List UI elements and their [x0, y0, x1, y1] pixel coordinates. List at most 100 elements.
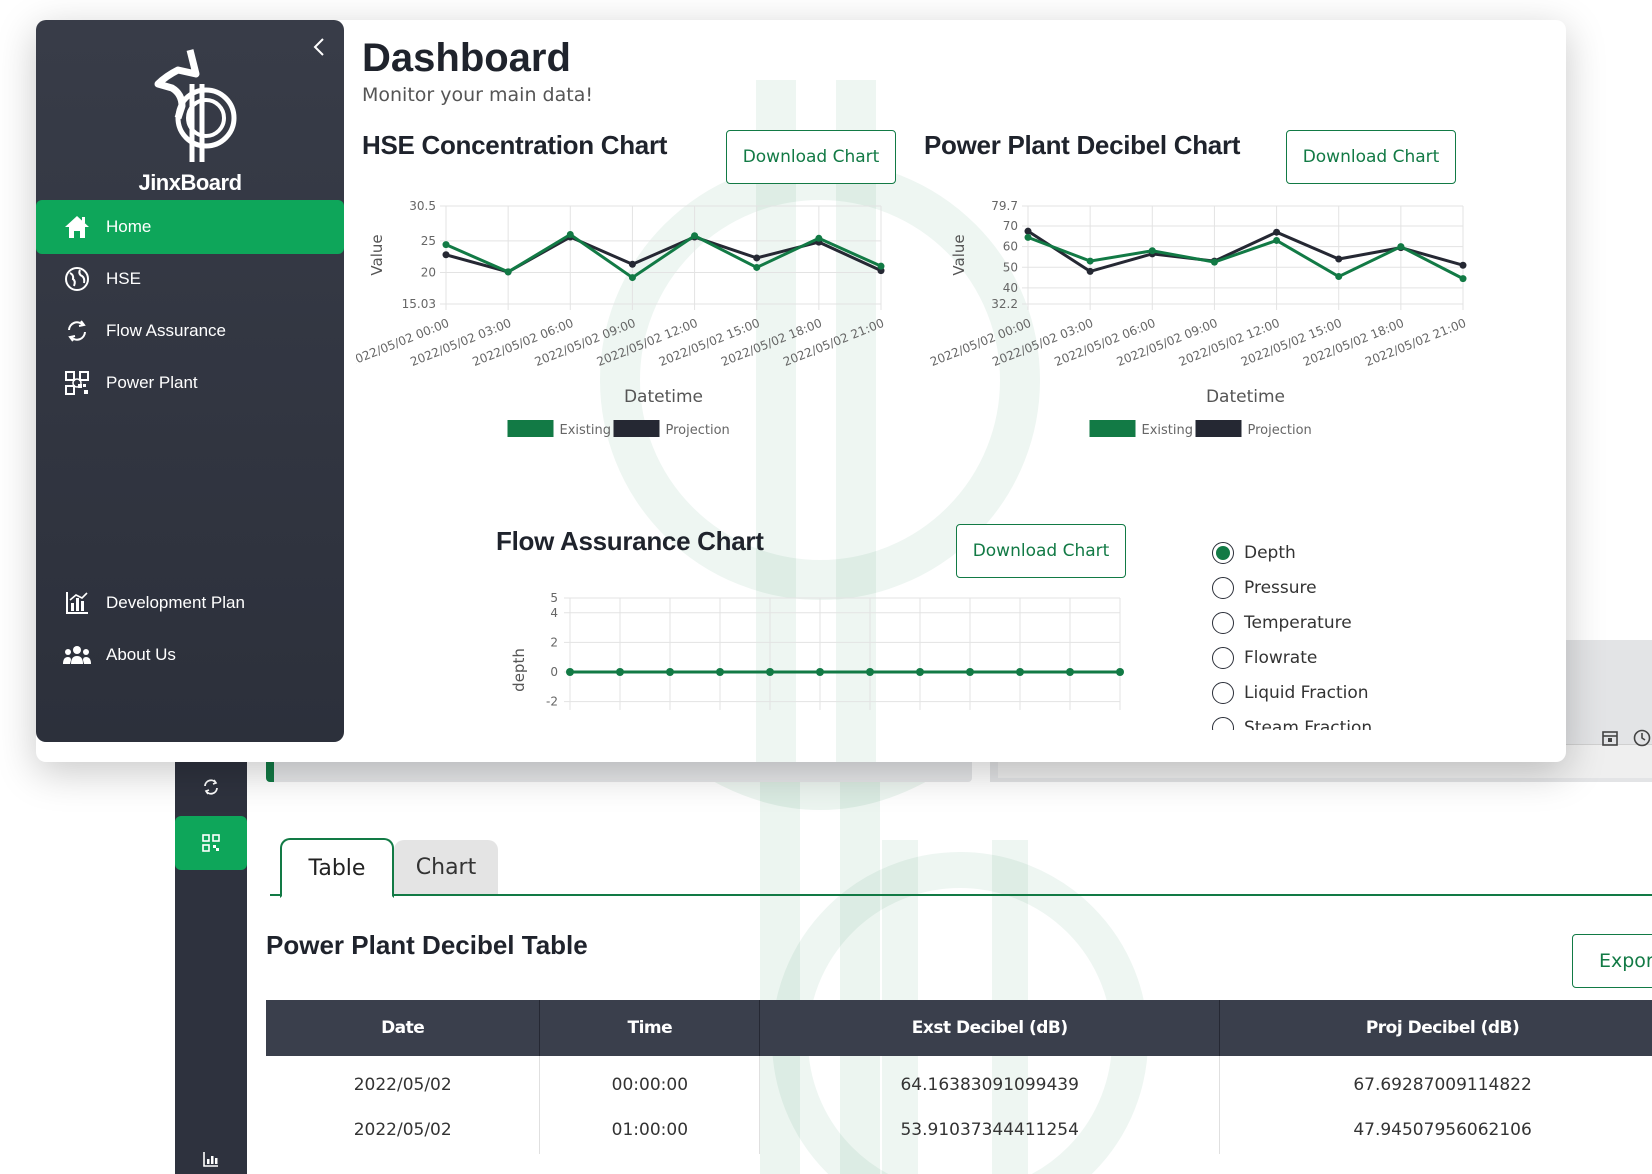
data-point-existing [1273, 236, 1281, 244]
y-tick-label: 70 [1003, 219, 1018, 233]
cell-date: 2022/05/02 [266, 1056, 541, 1105]
data-point-existing [442, 241, 450, 249]
radio-pressure[interactable]: Pressure [1212, 573, 1317, 603]
column-header-proj-decibel[interactable]: Proj Decibel (dB) [1219, 1000, 1652, 1056]
y-tick-label: 0 [550, 665, 558, 679]
sidebar-item-label: About Us [106, 645, 176, 664]
sidebar-item-about-us[interactable]: About Us [36, 628, 344, 682]
radio-unselected-icon [1212, 717, 1234, 730]
screen: Table Chart Power Plant Decibel Table Ex… [0, 0, 1652, 1174]
y-tick-label: 32.2 [991, 297, 1018, 311]
chart-icon [62, 588, 92, 618]
legend-label-projection[interactable]: Projection [1248, 423, 1312, 438]
tab-table[interactable]: Table [280, 838, 394, 898]
data-point-projection [1459, 261, 1467, 269]
data-point-existing [916, 668, 924, 676]
cell-exst-decibel: 53.91037344411254 [759, 1105, 1221, 1154]
data-point-existing [866, 668, 874, 676]
data-point-existing [816, 668, 824, 676]
radio-depth[interactable]: Depth [1212, 538, 1296, 568]
tab-chart[interactable]: Chart [394, 840, 498, 894]
column-header-exst-decibel[interactable]: Exst Decibel (dB) [759, 1000, 1221, 1056]
users-icon [62, 640, 92, 670]
data-point-existing [1066, 668, 1074, 676]
flow-assurance-download-chart-button[interactable]: Download Chart [956, 524, 1126, 578]
radio-temperature[interactable]: Temperature [1212, 608, 1352, 638]
radio-label: Pressure [1244, 578, 1317, 598]
y-tick-label: 15.03 [402, 297, 436, 311]
page-title: Dashboard [362, 36, 571, 80]
data-point-projection [753, 254, 761, 262]
clock-icon[interactable] [1632, 728, 1652, 748]
y-tick-label: 2 [550, 635, 558, 649]
y-axis-title: depth [510, 648, 528, 692]
collapse-sidebar-button[interactable] [306, 34, 332, 60]
data-point-existing [877, 262, 885, 270]
column-header-date[interactable]: Date [266, 1000, 541, 1056]
cell-exst-decibel: 64.16383091099439 [759, 1056, 1221, 1105]
y-axis-title: Value [950, 234, 968, 275]
legend-swatch-projection[interactable] [1195, 420, 1242, 437]
legend-swatch-existing[interactable] [507, 420, 554, 437]
y-tick-label: 79.7 [991, 199, 1018, 213]
column-header-time[interactable]: Time [539, 1000, 761, 1056]
radio-label: Steam Fraction [1244, 718, 1373, 730]
cell-proj-decibel: 67.69287009114822 [1219, 1056, 1652, 1105]
sidebar-item-home[interactable]: Home [36, 200, 344, 254]
y-tick-label: 60 [1003, 240, 1018, 254]
radio-steam-fraction[interactable]: Steam Fraction [1212, 713, 1372, 730]
data-point-existing [1148, 247, 1156, 255]
power-plant-decibel-chart: 32.24050607079.72022/05/02 00:002022/05/… [928, 199, 1468, 438]
data-point-existing [628, 274, 636, 282]
radio-liquid-fraction[interactable]: Liquid Fraction [1212, 678, 1369, 708]
y-tick-label: 40 [1003, 281, 1018, 295]
decibel-table: Date Time Exst Decibel (dB) Proj Decibel… [266, 1000, 1652, 1154]
data-point-projection [1086, 267, 1094, 275]
sidebar-item-power-plant[interactable]: Power Plant [36, 356, 344, 410]
data-point-existing [666, 668, 674, 676]
calendar-icon[interactable] [1600, 728, 1620, 748]
home-icon [62, 212, 92, 242]
radio-unselected-icon [1212, 577, 1234, 599]
data-point-projection [628, 260, 636, 268]
radio-label: Temperature [1244, 613, 1352, 633]
flow-assurance-chart: -2 0 2 45 depth [510, 591, 1124, 710]
y-tick-label: 50 [1003, 260, 1018, 274]
chevron-left-icon [313, 38, 324, 56]
dashboard-window: JinxBoard Home HSE Flow Assurance Power … [36, 20, 1566, 762]
sidebar-item-label: Flow Assurance [106, 321, 226, 340]
back-flow-assurance-icon[interactable] [175, 760, 247, 814]
x-tick-label: 2022/05/02 00:00 [928, 316, 1033, 369]
export-button[interactable]: Expor [1572, 934, 1652, 988]
hse-download-chart-button[interactable]: Download Chart [726, 130, 896, 184]
sidebar-item-development-plan[interactable]: Development Plan [36, 576, 344, 630]
sidebar-item-label: Home [106, 217, 152, 236]
radio-label: Depth [1244, 543, 1296, 563]
flow-assurance-chart-title: Flow Assurance Chart [496, 526, 764, 556]
data-point-existing [1016, 668, 1024, 676]
power-plant-download-chart-button[interactable]: Download Chart [1286, 130, 1456, 184]
radio-flowrate[interactable]: Flowrate [1212, 643, 1317, 673]
back-power-plant-icon[interactable] [175, 816, 247, 870]
data-point-existing [1086, 257, 1094, 265]
data-point-existing [691, 232, 699, 240]
legend-swatch-existing[interactable] [1089, 420, 1136, 437]
x-tick-label: 2022/05/02 00:00 [356, 316, 451, 369]
cell-proj-decibel: 47.94507956062106 [1219, 1105, 1652, 1154]
y-tick-label: 5 [550, 591, 558, 605]
jinxboard-logo [154, 49, 237, 162]
sidebar-item-flow-assurance[interactable]: Flow Assurance [36, 304, 344, 358]
legend-swatch-projection[interactable] [613, 420, 660, 437]
legend-label-existing[interactable]: Existing [560, 423, 612, 438]
radio-unselected-icon [1212, 612, 1234, 634]
globe-icon [62, 264, 92, 294]
data-point-existing [753, 263, 761, 271]
data-point-existing [966, 668, 974, 676]
back-development-plan-icon[interactable] [175, 1132, 247, 1174]
data-point-existing [1116, 668, 1124, 676]
legend-label-projection[interactable]: Projection [666, 423, 730, 438]
data-point-existing [716, 668, 724, 676]
table-title: Power Plant Decibel Table [266, 930, 588, 960]
legend-label-existing[interactable]: Existing [1142, 423, 1194, 438]
sidebar-item-hse[interactable]: HSE [36, 252, 344, 306]
